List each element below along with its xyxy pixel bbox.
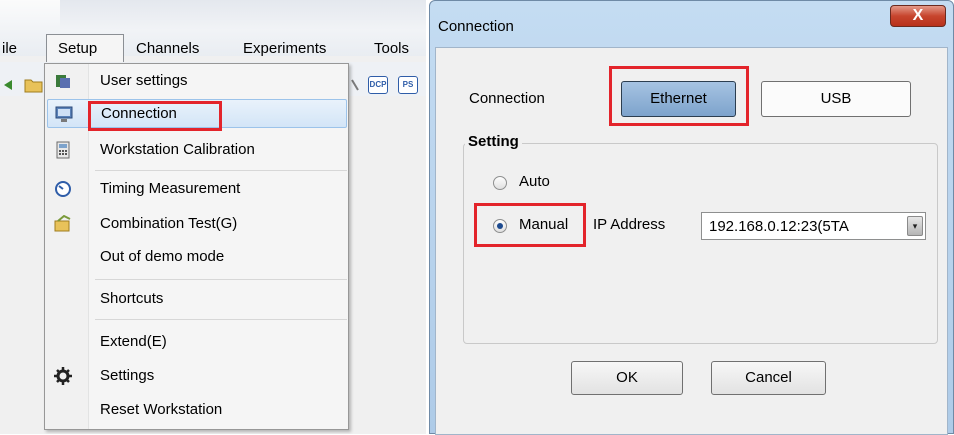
menu-item-label: Combination Test(G) [100,215,238,232]
menu-item-workstation-calibration[interactable]: Workstation Calibration [47,136,347,165]
toolbar-tool-icon[interactable] [350,78,360,92]
folder-icon[interactable] [24,76,44,94]
calculator-icon [56,141,70,159]
usb-button[interactable]: USB [761,81,911,117]
menu-tools[interactable]: Tools [374,40,409,58]
menu-item-label: User settings [100,72,188,89]
dropdown-arrow-icon[interactable]: ▾ [907,216,923,236]
connection-label: Connection [469,90,545,107]
menu-item-label: Extend(E) [100,333,167,350]
title-strip [60,0,426,30]
menu-item-label: Settings [100,367,155,384]
ip-address-label: IP Address [593,216,666,233]
menu-setup[interactable]: Setup [58,40,97,58]
menu-item-settings[interactable]: Settings [47,362,347,391]
setting-group-title: Setting [465,133,522,150]
menu-item-shortcuts[interactable]: Shortcuts [47,285,347,314]
menu-item-user-settings[interactable]: User settings [47,67,347,96]
dcp-icon[interactable]: DCP [368,76,388,94]
menu-item-label: Workstation Calibration [100,141,255,158]
menu-experiments[interactable]: Experiments [243,40,326,58]
user-settings-icon [56,75,70,88]
auto-radio-label[interactable]: Auto [519,173,550,190]
dialog-title: Connection [438,18,514,35]
connection-icon [55,106,73,122]
auto-radio[interactable] [493,176,507,190]
menu-item-label: Timing Measurement [100,180,241,197]
toolbar-arrow-icon[interactable] [2,78,14,92]
dialog-body: Connection Ethernet USB Setting Auto Man… [435,47,948,435]
connection-dialog: Connection X Connection Ethernet USB Set… [429,0,954,435]
connection-highlight-box [88,101,222,131]
menu-file[interactable]: ile [2,40,17,58]
manual-highlight-box [474,203,586,247]
menu-item-label: Out of demo mode [100,248,225,265]
cancel-button[interactable]: Cancel [711,361,826,395]
menu-item-out-of-demo-mode[interactable]: Out of demo mode [47,243,347,272]
ip-address-value: 192.168.0.12:23(5TA [709,218,849,235]
menu-item-extend[interactable]: Extend(E) [47,328,347,357]
ok-button[interactable]: OK [571,361,683,395]
menu-item-combination-test[interactable]: Combination Test(G) [47,210,347,239]
menu-item-label: Reset Workstation [100,401,223,418]
ip-address-select[interactable]: 192.168.0.12:23(5TA ▾ [701,212,926,240]
menu-item-reset-workstation[interactable]: Reset Workstation [47,396,347,425]
timer-icon [55,181,71,197]
menu-item-timing-measurement[interactable]: Timing Measurement [47,175,347,204]
close-button[interactable]: X [890,5,946,27]
menu-item-label: Shortcuts [100,290,164,307]
application-window: ile Setup Channels Experiments Tools DCP… [0,0,426,434]
combination-test-icon [54,215,71,232]
menu-channels[interactable]: Channels [136,40,199,58]
menu-separator [95,279,347,280]
ps-icon[interactable]: PS [398,76,418,94]
menu-separator [95,319,347,320]
ethernet-highlight-box [609,66,749,126]
menu-separator [95,170,347,171]
gear-icon [54,367,72,385]
